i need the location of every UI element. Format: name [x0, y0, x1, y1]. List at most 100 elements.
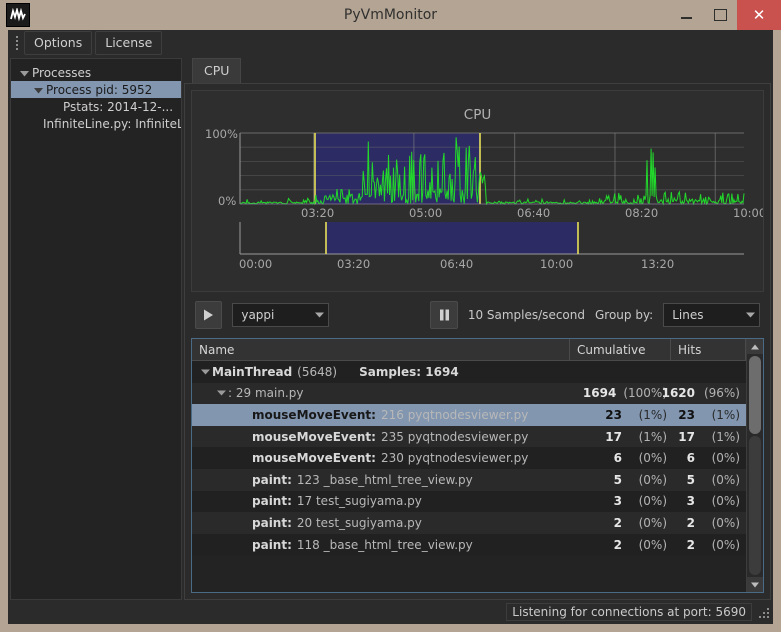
- status-message: Listening for connections at port: 5690: [506, 603, 752, 621]
- chevron-down-icon[interactable]: [198, 369, 212, 375]
- profile-table: Name Cumulative Hits MainThread (5648) Sam…: [191, 338, 764, 593]
- profiler-select-value: yappi: [241, 308, 275, 322]
- scroll-up-button[interactable]: [747, 339, 763, 354]
- cell-name-secondary: 216 pyqtnodesviewer.py: [380, 407, 529, 422]
- cell-hits-value: 23: [678, 407, 695, 422]
- play-icon: [204, 309, 214, 321]
- table-row[interactable]: mouseMoveEvent: 216 pyqtnodesviewer.py 23 (…: [192, 404, 746, 426]
- cell-name: mouseMoveEvent: 235 pyqtnodesviewer.py: [192, 430, 574, 444]
- cell-name-secondary: 118 _base_html_tree_view.py: [296, 537, 473, 552]
- chevron-down-icon[interactable]: [17, 66, 32, 80]
- title-bar: PyVmMonitor ✕: [0, 0, 781, 30]
- table-vertical-scrollbar[interactable]: [746, 339, 763, 592]
- tab-cpu[interactable]: CPU: [192, 58, 242, 83]
- client-area: Options License Processes Process pid: 5…: [8, 30, 773, 600]
- cell-name-primary: mouseMoveEvent:: [252, 407, 376, 422]
- chevron-down-icon: [746, 312, 755, 318]
- chevron-up-icon: [751, 344, 759, 349]
- scrollbar-track[interactable]: [747, 354, 763, 577]
- cpu-tab-page: CPU 100% 0% 03:20 05:00 06:40 08:20 10:0…: [184, 83, 771, 600]
- chevron-down-icon[interactable]: [31, 83, 46, 97]
- pause-icon: [439, 309, 449, 321]
- maximize-button[interactable]: [703, 0, 737, 30]
- menu-item-license[interactable]: License: [95, 31, 163, 55]
- cell-cumulative-percent: (0%): [638, 515, 667, 530]
- cell-name-primary: MainThread: [212, 364, 293, 379]
- profiler-select[interactable]: yappi: [232, 303, 330, 327]
- table-row[interactable]: : 29 main.py 1694 (100%) 1620 (96%): [192, 382, 746, 405]
- cell-hits-percent: (0%): [711, 537, 740, 552]
- cell-cumulative-value: 5: [613, 472, 622, 487]
- drag-handle-icon[interactable]: [12, 34, 21, 52]
- cell-name-primary: mouseMoveEvent:: [252, 451, 376, 466]
- cell-name-secondary: 235 pyqtnodesviewer.py: [380, 429, 529, 444]
- samples-per-second-label: 10 Samples/second: [467, 308, 585, 322]
- cell-name: paint: 20 test_sugiyama.py: [192, 516, 574, 530]
- cell-name-primary: paint:: [252, 537, 292, 552]
- cell-cumulative-value: 17: [605, 429, 622, 444]
- cell-hits-value: 17: [678, 429, 695, 444]
- cell-cumulative: 5 (0%): [574, 473, 673, 487]
- close-button[interactable]: ✕: [737, 0, 781, 30]
- right-panel: CPU CPU 100% 0% 03:20 05:00 06:40 08:20 …: [184, 58, 771, 600]
- scrollbar-track-remainder[interactable]: [749, 436, 761, 575]
- tree-item-label: InfiniteLine.py: InfiniteL...: [43, 116, 182, 131]
- table-row[interactable]: mouseMoveEvent: 230 pyqtnodesviewer.py 6 (0…: [192, 447, 746, 469]
- tree-item-infiniteline[interactable]: InfiniteLine.py: InfiniteL...: [11, 115, 181, 132]
- group-by-select-value: Lines: [672, 308, 704, 322]
- minimize-button[interactable]: [669, 0, 703, 30]
- play-button[interactable]: [195, 301, 223, 329]
- resize-grip-icon[interactable]: [755, 604, 771, 620]
- cell-name: : 29 main.py: [192, 386, 574, 400]
- table-row[interactable]: mouseMoveEvent: 235 pyqtnodesviewer.py 17 (…: [192, 425, 746, 448]
- cell-name-primary: mouseMoveEvent:: [252, 429, 376, 444]
- cell-hits-value: 5: [686, 472, 695, 487]
- cell-name: mouseMoveEvent: 216 pyqtnodesviewer.py: [192, 408, 574, 422]
- table-row[interactable]: paint: 118 _base_html_tree_view.py 2 (0%) 2 (…: [192, 533, 746, 556]
- tree-item-processes[interactable]: Processes: [11, 64, 181, 81]
- app-window: PyVmMonitor ✕ Options License Processes …: [0, 0, 781, 632]
- column-header-name[interactable]: Name: [192, 339, 570, 361]
- tree-item-pstats[interactable]: Pstats: 2014-12-...: [11, 98, 181, 115]
- cell-hits: 3 (0%): [673, 494, 746, 508]
- window-controls: ✕: [669, 0, 781, 30]
- table-body: MainThread (5648) Samples: 1694 : 29 main.p…: [192, 361, 746, 592]
- cell-cumulative-value: 2: [613, 537, 622, 552]
- scroll-down-button[interactable]: [747, 577, 763, 592]
- scrollbar-thumb[interactable]: [749, 356, 761, 434]
- cpu-chart-panel[interactable]: CPU 100% 0% 03:20 05:00 06:40 08:20 10:0…: [191, 90, 764, 292]
- cell-name-secondary: 230 pyqtnodesviewer.py: [380, 451, 529, 466]
- cell-hits-value: 3: [686, 494, 695, 509]
- menu-item-options[interactable]: Options: [24, 31, 93, 55]
- group-by-select[interactable]: Lines: [663, 303, 760, 327]
- tree-item-process-pid[interactable]: Process pid: 5952: [11, 81, 181, 98]
- table-row[interactable]: paint: 20 test_sugiyama.py 2 (0%) 2 (0%): [192, 512, 746, 534]
- table-columns: Name Cumulative Hits MainThread (5648) Sam…: [192, 339, 746, 592]
- cell-name-primary: paint:: [252, 515, 292, 530]
- cell-cumulative: 23 (1%): [574, 408, 673, 422]
- cell-cumulative: 3 (0%): [574, 494, 673, 508]
- chevron-down-icon: [751, 582, 759, 587]
- pause-button[interactable]: [430, 301, 458, 329]
- cell-hits: 1620 (96%): [662, 386, 746, 400]
- cell-cumulative-percent: (0%): [638, 537, 667, 552]
- chevron-down-icon: [315, 312, 325, 318]
- chevron-down-icon[interactable]: [214, 390, 228, 396]
- cell-cumulative: 6 (0%): [574, 451, 673, 465]
- table-row[interactable]: paint: 123 _base_html_tree_view.py 5 (0%) 5 (…: [192, 468, 746, 491]
- cell-hits-percent: (0%): [711, 451, 740, 466]
- table-row[interactable]: paint: 17 test_sugiyama.py 3 (0%) 3 (0%): [192, 490, 746, 513]
- status-bar: Listening for connections at port: 5690: [8, 600, 773, 624]
- cpu-chart-canvas: [239, 132, 745, 255]
- column-header-hits[interactable]: Hits: [671, 339, 746, 361]
- cell-name-secondary: 17 test_sugiyama.py: [296, 494, 422, 509]
- cell-hits-percent: (1%): [711, 429, 740, 444]
- table-row[interactable]: MainThread (5648) Samples: 1694: [192, 361, 746, 383]
- cell-hits-percent: (1%): [711, 407, 740, 422]
- tree-item-label: Process pid: 5952: [46, 82, 153, 97]
- column-header-cumulative[interactable]: Cumulative: [570, 339, 671, 361]
- cell-cumulative-value: 23: [605, 407, 622, 422]
- cell-cumulative: 2 (0%): [574, 516, 673, 530]
- cell-cumulative: 2 (0%): [574, 538, 673, 552]
- cell-name: MainThread (5648) Samples: 1694: [192, 365, 574, 379]
